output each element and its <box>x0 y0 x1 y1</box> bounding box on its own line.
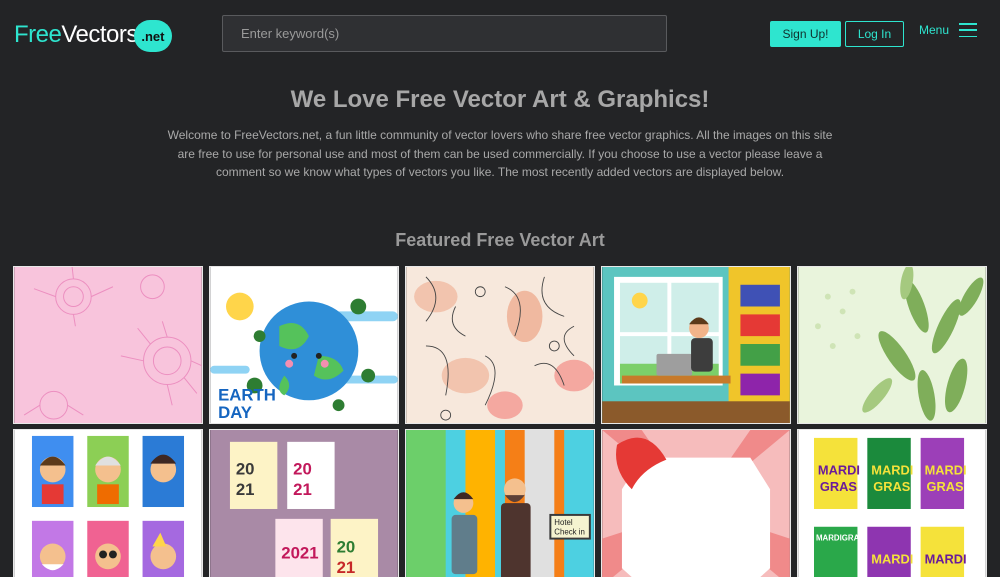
vector-tile-red-bow-frame[interactable] <box>601 429 791 577</box>
svg-text:Check in: Check in <box>554 528 585 537</box>
logo-net-badge: .net <box>133 20 172 52</box>
svg-text:20: 20 <box>293 459 312 478</box>
featured-section-title: Featured Free Vector Art <box>395 230 605 250</box>
mardi-gras-image: MARDI GRAS MARDI GRAS MARDI GRAS MARDIGR… <box>798 430 986 577</box>
svg-text:MARDI: MARDI <box>925 462 967 477</box>
red-bow-frame-image <box>602 430 790 577</box>
login-button[interactable]: Log In <box>845 21 904 47</box>
svg-text:20: 20 <box>337 537 356 556</box>
svg-text:GRAS: GRAS <box>820 479 858 494</box>
vector-tile-man-at-laptop[interactable] <box>601 266 791 424</box>
vector-tile-pink-chrysanthemum[interactable] <box>13 266 203 424</box>
hamburger-icon <box>959 23 978 37</box>
hotel-check-in-image: Hotel Check in <box>406 430 594 577</box>
vector-tile-hotel-check-in[interactable]: Hotel Check in <box>405 429 595 577</box>
vector-tile-2021-cards[interactable]: 20 21 20 21 2021 20 21 <box>209 429 399 577</box>
vector-tile-mardi-gras[interactable]: MARDI GRAS MARDI GRAS MARDI GRAS MARDIGR… <box>797 429 987 577</box>
svg-text:MARDI: MARDI <box>871 551 913 566</box>
vector-tile-green-plants[interactable] <box>797 266 987 424</box>
site-logo[interactable]: FreeVectors .net <box>14 18 172 52</box>
svg-text:21: 21 <box>236 480 255 499</box>
search-input[interactable] <box>222 15 667 52</box>
logo-part-free: Free <box>14 21 62 48</box>
site-header: FreeVectors .net Sign Up! Log In Menu <box>0 0 1000 68</box>
man-at-laptop-image <box>602 267 790 423</box>
svg-text:Hotel: Hotel <box>554 518 573 527</box>
menu-label: Menu <box>919 23 950 37</box>
svg-text:MARDI: MARDI <box>925 551 967 566</box>
2021-cards-image: 20 21 20 21 2021 20 21 <box>210 430 398 577</box>
logo-part-vectors: Vectors <box>61 21 138 48</box>
pink-chrysanthemum-image <box>14 267 202 423</box>
menu-toggle[interactable]: Menu <box>919 23 978 37</box>
svg-text:21: 21 <box>337 558 356 577</box>
svg-text:EARTH: EARTH <box>218 385 276 404</box>
svg-text:MARDIGRAS: MARDIGRAS <box>816 534 865 543</box>
svg-text:20: 20 <box>236 459 255 478</box>
svg-text:GRAS: GRAS <box>873 479 911 494</box>
earth-day-image: EARTH DAY <box>210 267 398 423</box>
vector-tile-earth-day[interactable]: EARTH DAY <box>209 266 399 424</box>
vector-tile-line-art-faces[interactable] <box>405 266 595 424</box>
svg-text:21: 21 <box>293 480 312 499</box>
page-title: We Love Free Vector Art & Graphics! <box>290 86 710 113</box>
intro-paragraph: Welcome to FreeVectors.net, a fun little… <box>167 128 833 179</box>
svg-text:DAY: DAY <box>218 403 252 422</box>
line-art-faces-image <box>406 267 594 423</box>
svg-text:MARDI: MARDI <box>818 462 860 477</box>
svg-text:MARDI: MARDI <box>871 462 913 477</box>
svg-text:GRAS: GRAS <box>927 479 965 494</box>
signup-button[interactable]: Sign Up! <box>770 21 841 47</box>
green-plants-image <box>798 267 986 423</box>
vector-tile-video-call-avatars[interactable] <box>13 429 203 577</box>
video-call-avatars-image <box>14 430 202 577</box>
logo-wordmark: FreeVectors <box>14 21 138 49</box>
svg-text:2021: 2021 <box>281 543 318 562</box>
